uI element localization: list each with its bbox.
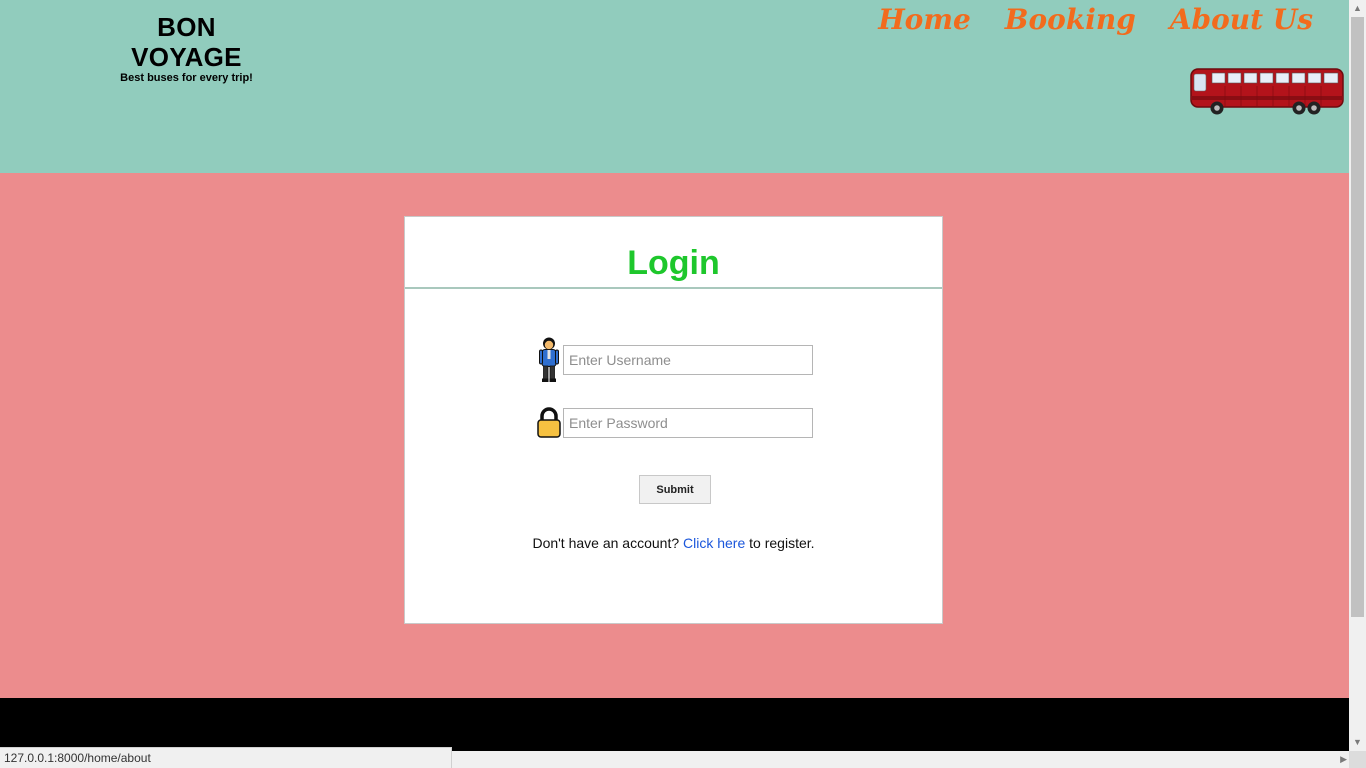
horizontal-scrollbar[interactable]: ▶ [452, 751, 1349, 768]
nav-booking-link[interactable]: Booking [1005, 2, 1136, 38]
site-header: BON VOYAGE Best buses for every trip! Ho… [0, 0, 1349, 173]
username-row [535, 337, 813, 383]
username-input[interactable] [563, 345, 813, 375]
nav-home-link[interactable]: Home [878, 2, 971, 38]
page-viewport: BON VOYAGE Best buses for every trip! Ho… [0, 0, 1349, 768]
scrollbar-corner [1349, 751, 1366, 768]
brand-title: BON VOYAGE [131, 12, 242, 72]
brand-tagline: Best buses for every trip! [120, 72, 253, 84]
bus-icon [1190, 68, 1344, 115]
vertical-scrollbar[interactable]: ▲ ▼ [1349, 0, 1366, 751]
main-nav: Home Booking About Us [878, 2, 1313, 38]
scroll-right-arrow-icon[interactable]: ▶ [1340, 751, 1347, 768]
register-link[interactable]: Click here [683, 535, 745, 551]
status-bar-url: 127.0.0.1:8000/home/about [0, 747, 452, 768]
login-divider [405, 287, 942, 289]
scroll-up-arrow-icon[interactable]: ▲ [1349, 0, 1366, 17]
vertical-scroll-thumb[interactable] [1351, 17, 1364, 617]
register-prefix-text: Don't have an account? [532, 535, 684, 551]
person-icon [535, 337, 563, 383]
register-suffix-text: to register. [745, 535, 815, 551]
login-card: Login Enter Username Submit Don't have a… [404, 216, 943, 624]
lock-icon [535, 407, 563, 439]
nav-about-link[interactable]: About Us [1170, 2, 1313, 38]
password-input[interactable] [563, 408, 813, 438]
password-row [535, 407, 813, 439]
scroll-down-arrow-icon[interactable]: ▼ [1349, 734, 1366, 751]
brand: BON VOYAGE Best buses for every trip! [100, 12, 273, 84]
submit-button[interactable]: Submit [639, 475, 711, 504]
login-title: Login [627, 244, 720, 282]
main-content: Login Enter Username Submit Don't have a… [0, 173, 1349, 698]
register-prompt: Don't have an account? Click here to reg… [405, 535, 942, 551]
